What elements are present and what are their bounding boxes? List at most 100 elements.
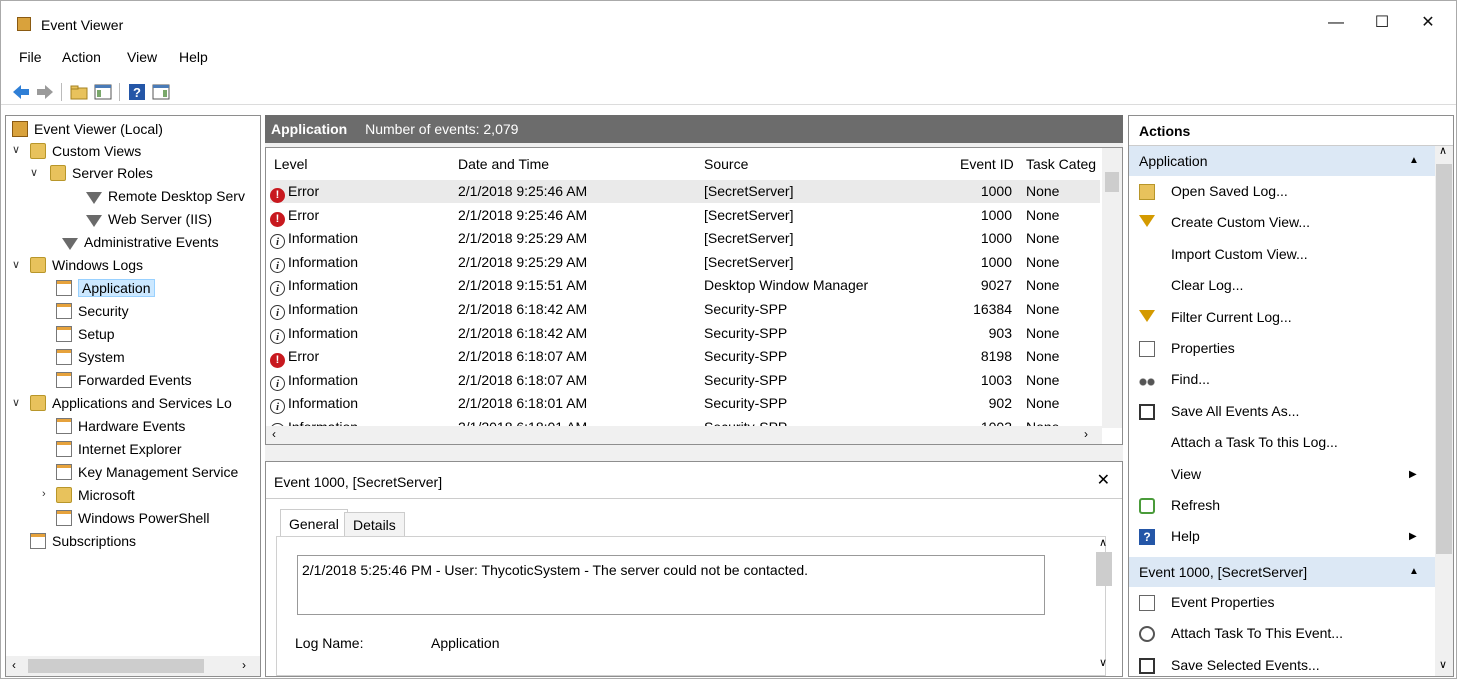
close-window-button[interactable]: ✕ — [1405, 7, 1451, 39]
action-attach-a-task-to-this-log[interactable]: Attach a Task To this Log... — [1129, 427, 1433, 458]
tree-item-setup[interactable]: Setup — [56, 323, 115, 345]
scroll-thumb[interactable] — [1436, 164, 1452, 554]
action-open-saved-log[interactable]: Open Saved Log... — [1129, 176, 1433, 207]
collapse-triangle-icon[interactable]: ▲ — [1409, 146, 1419, 176]
tree-item-application[interactable]: Application — [56, 277, 155, 299]
scroll-left-arrow-icon[interactable]: ‹ — [12, 658, 16, 672]
chevron-down-icon[interactable]: ∨ — [12, 143, 20, 156]
scroll-right-arrow-icon[interactable]: › — [242, 658, 246, 672]
table-row[interactable]: ! Error 2/1/2018 9:25:46 AM [SecretServer] 1… — [270, 204, 1100, 227]
actions-section-event[interactable]: Event 1000, [SecretServer] ▲ — [1129, 557, 1435, 587]
action-filter-current-log[interactable]: Filter Current Log... — [1129, 302, 1433, 333]
open-folder-icon[interactable] — [69, 82, 89, 102]
table-row[interactable]: i Information 2/1/2018 6:18:42 AM Security-… — [270, 322, 1100, 345]
table-row[interactable]: i Information 2/1/2018 9:25:29 AM [SecretSe… — [270, 251, 1100, 274]
information-icon: i — [270, 281, 285, 297]
column-header-date-time[interactable]: Date and Time — [458, 156, 549, 172]
scroll-down-arrow-icon[interactable]: ∨ — [1099, 656, 1107, 669]
chevron-down-icon[interactable]: ∨ — [12, 258, 20, 271]
show-hide-tree-icon[interactable] — [93, 82, 113, 102]
tab-general[interactable]: General — [280, 509, 348, 537]
table-row[interactable]: iInformation 2/1/2018 6:18:01 AM Security-… — [270, 392, 1100, 415]
chevron-right-icon[interactable]: › — [42, 488, 46, 500]
action-create-custom-view[interactable]: Create Custom View... — [1129, 207, 1433, 238]
menu-action[interactable]: Action — [62, 49, 101, 65]
action-properties[interactable]: Properties — [1129, 333, 1433, 364]
table-row[interactable]: i Information 2/1/2018 6:18:42 AM Security-… — [270, 298, 1100, 321]
tab-details[interactable]: Details — [344, 512, 405, 536]
tree-item-forwarded-events[interactable]: Forwarded Events — [56, 369, 192, 391]
close-detail-button[interactable]: ✕ — [1097, 470, 1110, 490]
help-icon[interactable]: ? — [127, 82, 147, 102]
tree-item-microsoft[interactable]: Microsoft — [56, 484, 135, 506]
save-icon — [1139, 657, 1155, 674]
back-arrow-icon[interactable] — [11, 82, 31, 102]
action-attach-task-to-this-event[interactable]: Attach Task To This Event... — [1129, 618, 1433, 649]
events-horizontal-scrollbar[interactable]: ‹ › — [266, 426, 1102, 444]
chevron-down-icon[interactable]: ∨ — [30, 166, 38, 179]
tree-item-server-roles[interactable]: Server Roles — [50, 162, 153, 184]
action-view[interactable]: View ▶ — [1129, 459, 1433, 490]
tree-horizontal-scrollbar[interactable]: ‹ › — [6, 656, 260, 676]
tree-item-security[interactable]: Security — [56, 300, 129, 322]
column-header-source[interactable]: Source — [704, 156, 748, 172]
tree-item-windows-powershell[interactable]: Windows PowerShell — [56, 507, 210, 529]
table-row[interactable]: ! Error 2/1/2018 9:25:46 AM [SecretServer] 1… — [270, 180, 1100, 203]
scroll-up-arrow-icon[interactable]: ∧ — [1099, 536, 1107, 549]
show-hide-action-pane-icon[interactable] — [151, 82, 171, 102]
scroll-right-arrow-icon[interactable]: › — [1084, 427, 1088, 441]
log-header: Application Number of events: 2,079 — [265, 115, 1123, 143]
chevron-down-icon[interactable]: ∨ — [12, 396, 20, 409]
action-clear-log[interactable]: Clear Log... — [1129, 270, 1433, 301]
menu-view[interactable]: View — [127, 49, 157, 65]
minimize-button[interactable]: — — [1313, 7, 1359, 39]
tree-item-administrative-events[interactable]: Administrative Events — [62, 231, 219, 253]
tree-item-event-viewer-local[interactable]: Event Viewer (Local) — [12, 118, 163, 140]
action-label: Properties — [1171, 340, 1235, 356]
scroll-down-arrow-icon[interactable]: ∨ — [1439, 658, 1447, 671]
event-message[interactable]: 2/1/2018 5:25:46 PM - User: ThycoticSyst… — [297, 555, 1045, 615]
column-header-task-category[interactable]: Task Categ — [1026, 156, 1096, 172]
detail-vertical-scrollbar[interactable]: ∧ ∨ — [1094, 536, 1114, 672]
tree-item-custom-views[interactable]: Custom Views — [30, 140, 141, 162]
tree-item-key-management[interactable]: Key Management Service — [56, 461, 238, 483]
scroll-thumb[interactable] — [1105, 172, 1119, 192]
maximize-button[interactable]: ☐ — [1359, 7, 1405, 39]
column-header-event-id[interactable]: Event ID — [960, 156, 1014, 172]
information-icon: i — [270, 257, 285, 273]
forward-arrow-icon[interactable] — [35, 82, 55, 102]
tree-item-subscriptions[interactable]: Subscriptions — [30, 530, 136, 552]
action-find[interactable]: Find... — [1129, 364, 1433, 395]
menu-file[interactable]: File — [19, 49, 42, 65]
actions-section-application[interactable]: Application ▲ — [1129, 146, 1435, 176]
tree-item-remote-desktop[interactable]: Remote Desktop Serv — [86, 185, 245, 207]
table-row[interactable]: i Information 2/1/2018 6:18:07 AM Security-… — [270, 369, 1100, 392]
column-header-level[interactable]: Level — [274, 156, 307, 172]
collapse-triangle-icon[interactable]: ▲ — [1409, 557, 1419, 587]
level-cell: ! Error — [270, 180, 319, 203]
scroll-thumb[interactable] — [28, 659, 204, 673]
tree-item-windows-logs[interactable]: Windows Logs — [30, 254, 143, 276]
tree-item-hardware-events[interactable]: Hardware Events — [56, 415, 185, 437]
table-row[interactable]: i Information 2/1/2018 9:25:29 AM [SecretSe… — [270, 227, 1100, 250]
filter-icon — [1139, 309, 1155, 322]
table-row[interactable]: ! Error 2/1/2018 6:18:07 AM Security-SPP 819… — [270, 345, 1100, 369]
tree-item-applications-services[interactable]: Applications and Services Lo — [30, 392, 232, 414]
events-vertical-scrollbar[interactable] — [1102, 148, 1122, 428]
folder-icon — [30, 395, 46, 411]
tree-item-internet-explorer[interactable]: Internet Explorer — [56, 438, 182, 460]
scroll-thumb[interactable] — [1096, 552, 1112, 586]
tree-item-web-server[interactable]: Web Server (IIS) — [86, 208, 212, 230]
action-save-all-events-as[interactable]: Save All Events As... — [1129, 396, 1433, 427]
menu-help[interactable]: Help — [179, 49, 208, 65]
scroll-up-arrow-icon[interactable]: ∧ — [1439, 144, 1447, 157]
action-event-properties[interactable]: Event Properties — [1129, 587, 1433, 618]
tree-item-system[interactable]: System — [56, 346, 125, 368]
action-save-selected-events[interactable]: Save Selected Events... — [1129, 650, 1433, 676]
action-help[interactable]: ? Help ▶ — [1129, 521, 1433, 552]
scroll-left-arrow-icon[interactable]: ‹ — [272, 427, 276, 441]
action-refresh[interactable]: Refresh — [1129, 490, 1433, 521]
action-import-custom-view[interactable]: Import Custom View... — [1129, 239, 1433, 270]
table-row[interactable]: i Information 2/1/2018 9:15:51 AM Desktop W… — [270, 274, 1100, 297]
source-cell: Security-SPP — [704, 395, 788, 412]
